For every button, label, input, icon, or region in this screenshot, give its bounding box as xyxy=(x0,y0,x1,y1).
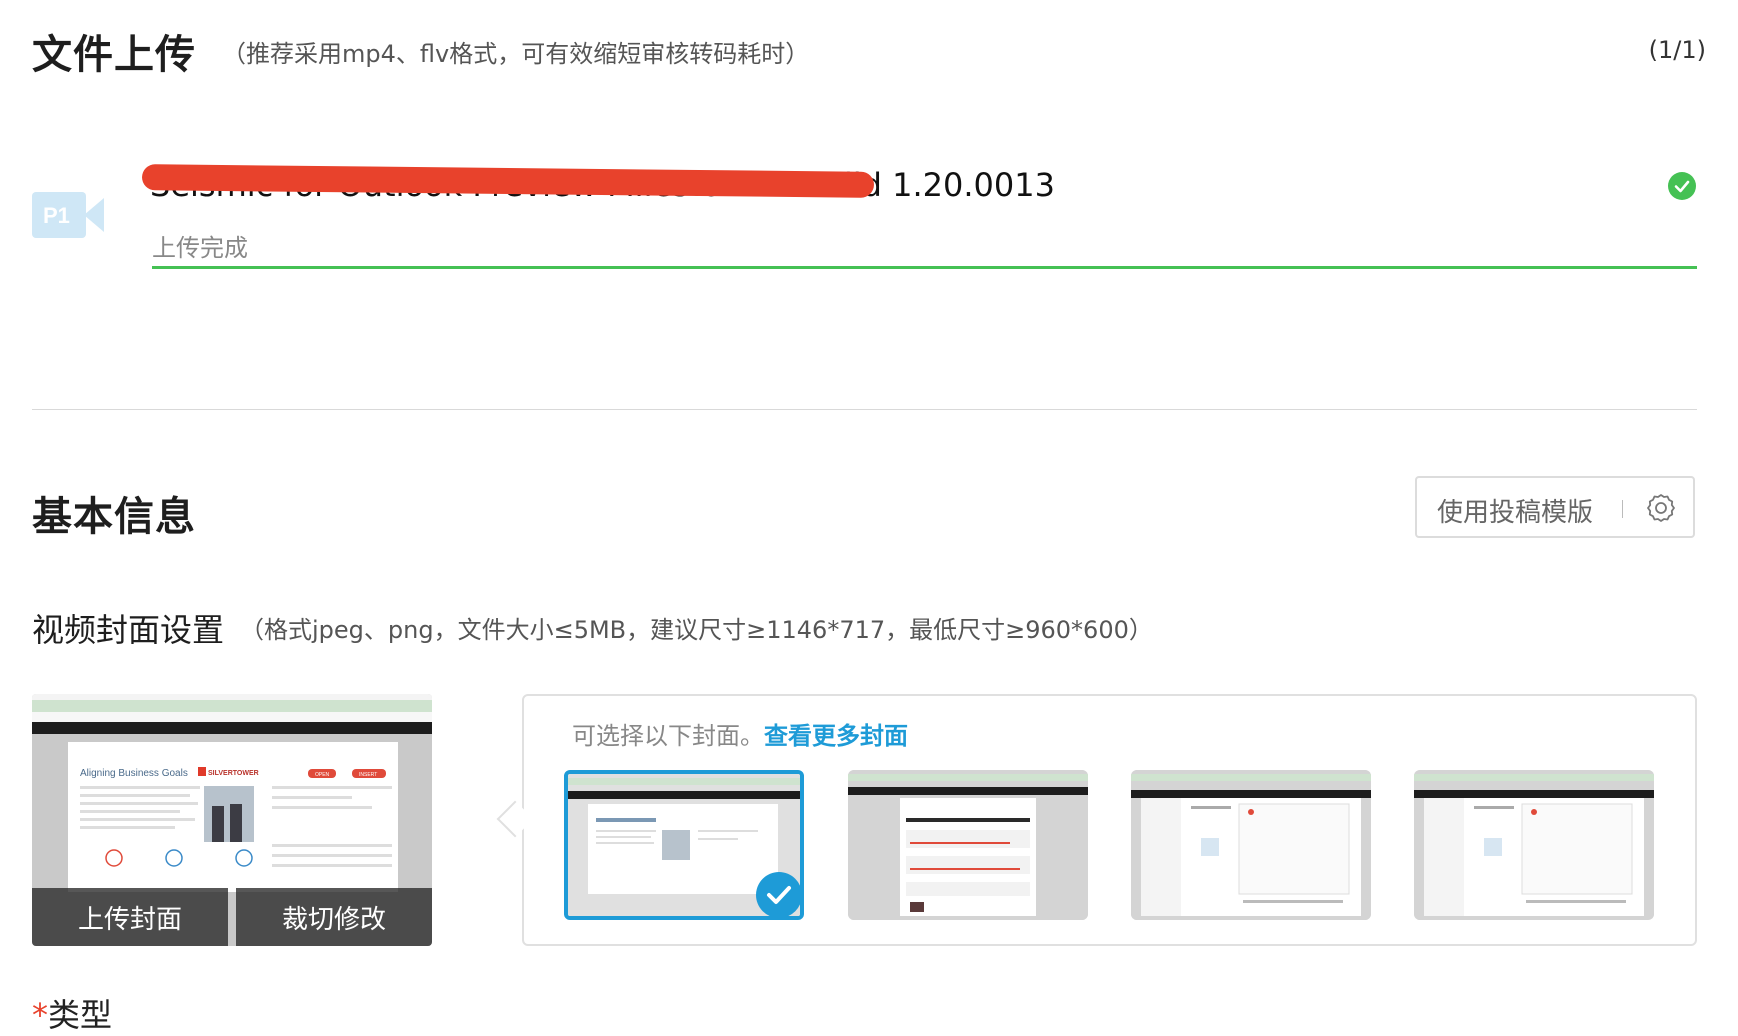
part-video-icon: P1 xyxy=(32,190,106,240)
current-cover-preview: Aligning Business Goals SILVERTOWER OPEN… xyxy=(32,694,432,946)
cover-thumbnail-4[interactable] xyxy=(1414,770,1654,920)
upload-format-hint: （推荐采用mp4、flv格式，可有效缩短审核转码耗时） xyxy=(222,40,810,68)
cover-format-hint: （格式jpeg、png，文件大小≤5MB，建议尺寸≥1146*717，最低尺寸≥… xyxy=(240,616,1153,644)
use-template-button[interactable]: 使用投稿模版 xyxy=(1415,476,1695,538)
upload-count: (1/1) xyxy=(1648,36,1706,64)
upload-cover-button[interactable]: 上传封面 xyxy=(32,888,228,946)
cover-preview-open: OPEN xyxy=(315,772,330,778)
cover-thumbnail-image xyxy=(848,770,1088,920)
cover-preview-brand: SILVERTOWER xyxy=(208,770,259,777)
basic-info-title: 基本信息 xyxy=(32,494,196,540)
cover-thumbnail-3[interactable] xyxy=(1131,770,1371,920)
selected-check-icon xyxy=(756,872,800,916)
gear-icon[interactable] xyxy=(1645,492,1677,524)
cover-thumbnail-image xyxy=(1414,770,1654,920)
upload-status: 上传完成 xyxy=(152,234,248,262)
use-template-label: 使用投稿模版 xyxy=(1437,498,1594,528)
cover-thumbnail-2[interactable] xyxy=(848,770,1088,920)
cover-picker-prompt-text: 可选择以下封面。 xyxy=(572,722,764,750)
cover-preview-heading: Aligning Business Goals xyxy=(80,768,188,779)
type-field-label: *类型 xyxy=(32,990,112,1036)
section-divider xyxy=(32,409,1697,410)
cover-preview-insert: INSERT xyxy=(359,772,377,778)
cover-thumbnail-image xyxy=(1131,770,1371,920)
type-label: 类型 xyxy=(48,996,113,1034)
cover-thumbnail-1[interactable] xyxy=(564,770,804,920)
upload-progress-bar xyxy=(152,266,1697,269)
crop-cover-button[interactable]: 裁切修改 xyxy=(236,888,432,946)
part-badge-label: P1 xyxy=(43,203,70,228)
cover-picker-prompt: 可选择以下封面。查看更多封面 xyxy=(572,716,908,751)
button-separator xyxy=(1622,500,1623,518)
cover-settings-title: 视频封面设置 xyxy=(32,611,225,649)
upload-section-title: 文件上传 xyxy=(32,32,196,78)
more-covers-link[interactable]: 查看更多封面 xyxy=(764,722,908,750)
upload-complete-check-icon xyxy=(1668,172,1696,200)
required-mark: * xyxy=(32,996,48,1034)
